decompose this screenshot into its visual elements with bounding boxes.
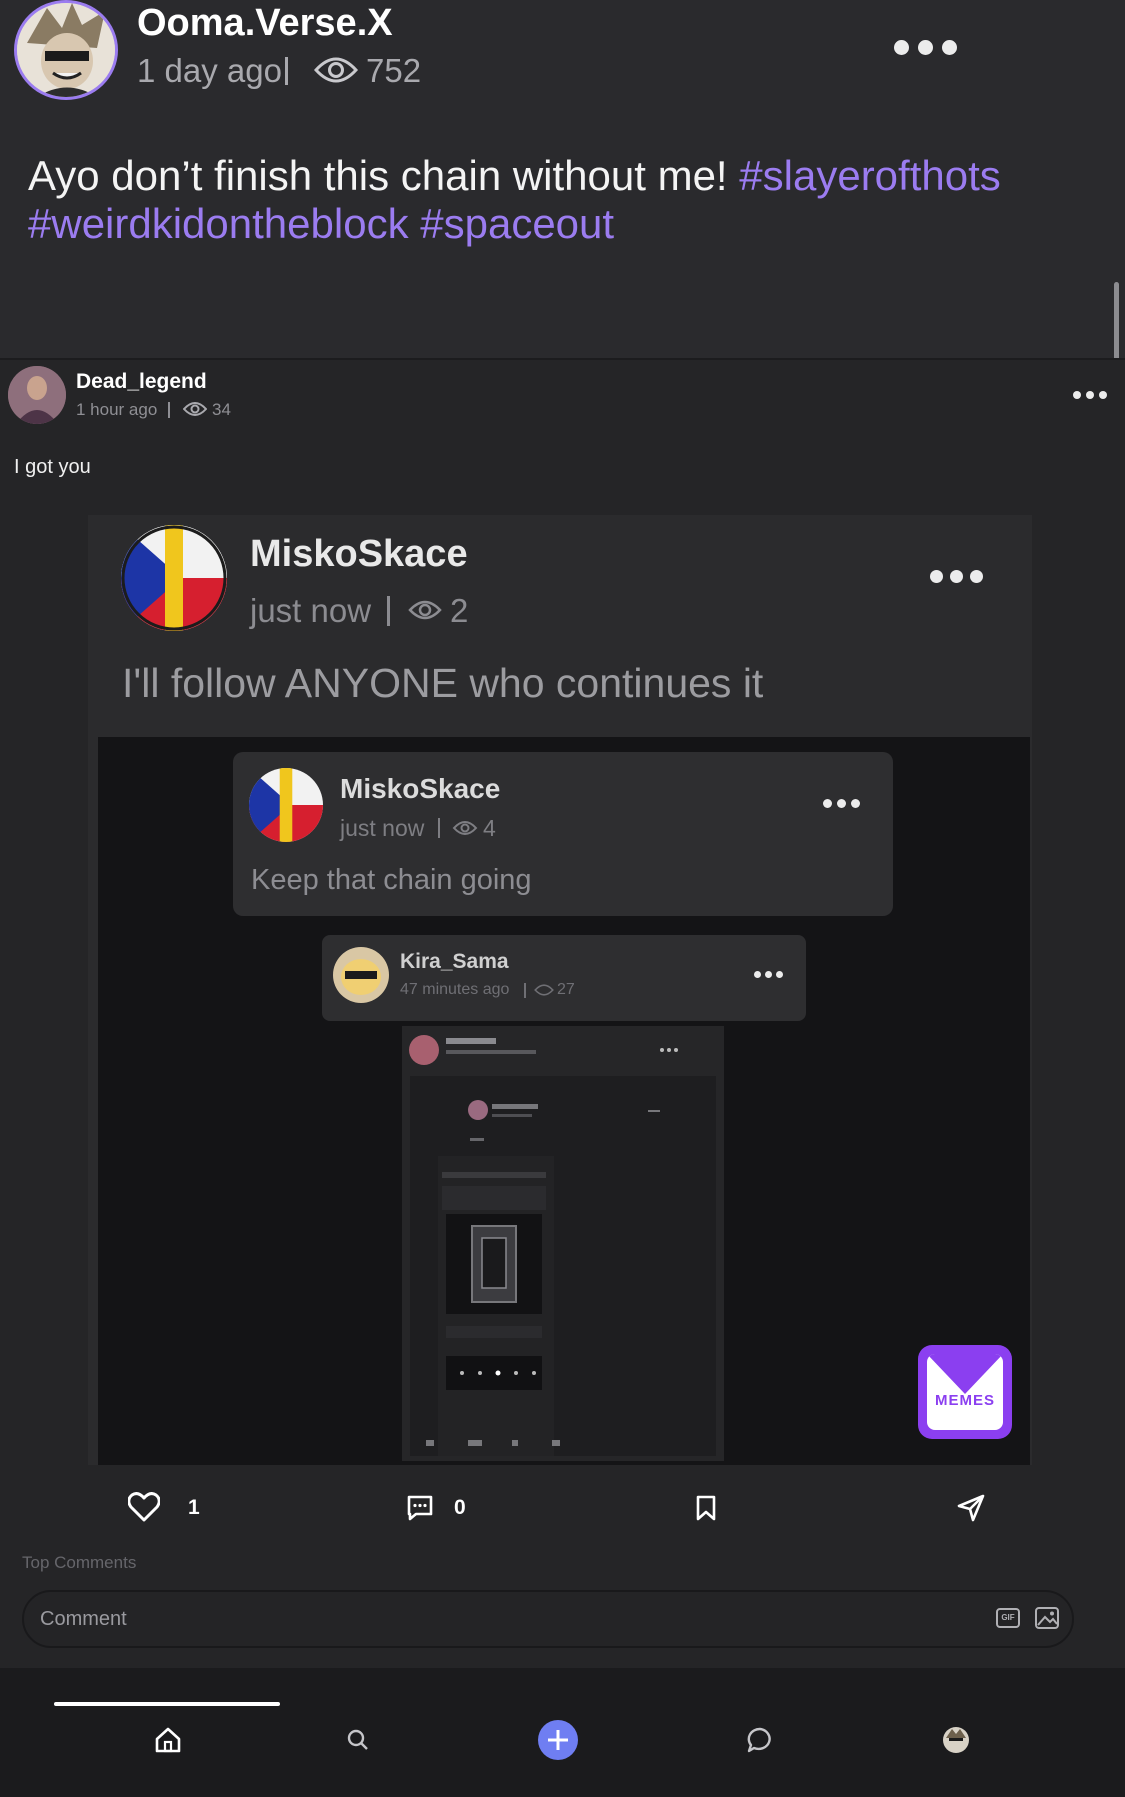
hashtag-link[interactable]: #slayerofthots	[739, 152, 1000, 199]
nested-post-text: I'll follow ANYONE who continues it	[122, 660, 764, 706]
memes-label: MEMES	[934, 1392, 995, 1409]
nested-view-count: 4	[483, 815, 496, 841]
meta-divider	[438, 818, 440, 838]
nested-post-time: 47 minutes ago	[400, 981, 510, 998]
shared-view-count: 34	[212, 400, 231, 419]
flag-avatar[interactable]	[121, 525, 227, 631]
shared-post-text: I got you	[14, 456, 91, 478]
nested-view-count: 27	[557, 981, 575, 998]
meta-divider	[524, 983, 526, 998]
more-options-icon[interactable]	[894, 40, 957, 55]
gif-icon[interactable]: GIF	[996, 1608, 1020, 1628]
nested-author-name[interactable]: MiskoSkace	[250, 533, 468, 576]
comment-button[interactable]	[406, 1494, 434, 1522]
like-count: 1	[188, 1496, 200, 1519]
comment-placeholder: Comment	[40, 1608, 127, 1630]
post-body: Ayo don’t finish this chain without me!	[28, 152, 740, 199]
shared-author-name[interactable]: Dead_legend	[76, 370, 207, 394]
hashtag-link[interactable]: #spaceout	[420, 200, 614, 247]
nested-more-icon[interactable]	[823, 799, 860, 808]
meta-divider	[168, 402, 170, 418]
meta-divider	[387, 596, 390, 626]
top-comments-label: Top Comments	[22, 1553, 137, 1572]
post-text: Ayo don’t finish this chain without me! …	[28, 152, 1088, 248]
eye-icon	[452, 818, 478, 838]
comment-count: 0	[454, 1496, 466, 1519]
nested-more-icon[interactable]	[754, 971, 783, 978]
nav-search-icon[interactable]	[336, 1718, 380, 1762]
like-button[interactable]	[128, 1492, 160, 1522]
nested-more-icon[interactable]	[930, 570, 983, 583]
nested-post-time: just now	[250, 592, 372, 629]
eye-icon	[183, 399, 207, 419]
eye-icon	[314, 52, 358, 88]
nav-chat-icon[interactable]	[738, 1718, 782, 1762]
nav-home-icon[interactable]	[146, 1718, 190, 1762]
shared-author-avatar[interactable]	[8, 366, 66, 424]
image-icon[interactable]	[1034, 1606, 1060, 1630]
nav-profile-avatar[interactable]	[934, 1718, 978, 1762]
hashtag-link[interactable]: #weirdkidontheblock	[28, 200, 409, 247]
meta-divider	[285, 57, 288, 85]
active-tab-indicator	[54, 1702, 280, 1706]
nested-author-name[interactable]: Kira_Sama	[400, 950, 509, 974]
nested-post-text: Keep that chain going	[251, 864, 532, 896]
view-count: 752	[366, 52, 422, 89]
nested-view-count: 2	[450, 592, 469, 629]
eye-icon	[408, 596, 442, 624]
author-avatar[interactable]	[14, 0, 118, 100]
nested-author-name[interactable]: MiskoSkace	[340, 773, 500, 805]
flag-avatar[interactable]	[249, 768, 323, 842]
shared-more-icon[interactable]	[1073, 391, 1107, 399]
post-time: 1 day ago	[137, 52, 282, 89]
nested-chain-thumbnail	[402, 1026, 724, 1461]
share-icon[interactable]	[956, 1493, 986, 1523]
bookmark-icon[interactable]	[695, 1495, 717, 1521]
comment-input[interactable]: Comment GIF	[22, 1590, 1074, 1648]
shared-post-time: 1 hour ago	[76, 400, 158, 419]
memes-badge[interactable]: MEMES	[918, 1345, 1012, 1439]
nested-post-3	[322, 935, 806, 1021]
kira-avatar[interactable]	[333, 947, 389, 1003]
nav-create-plus-icon[interactable]	[536, 1718, 580, 1762]
eye-icon	[534, 982, 554, 998]
nested-post-time: just now	[340, 815, 425, 841]
author-name[interactable]: Ooma.Verse.X	[137, 2, 393, 45]
